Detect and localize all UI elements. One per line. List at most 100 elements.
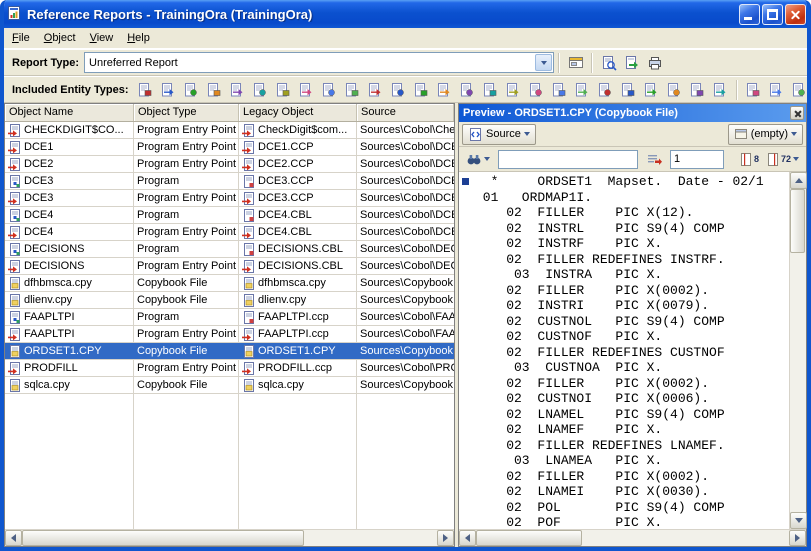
table-row[interactable]: dfhbmsca.cpyCopybook File dfhbmsca.cpySo… bbox=[5, 275, 454, 292]
entity-type-12-button[interactable] bbox=[387, 79, 410, 101]
find-button[interactable] bbox=[462, 149, 494, 170]
table-row[interactable]: FAAPLTPIProgram FAAPLTPI.ccpSources\Cobo… bbox=[5, 309, 454, 326]
table-row[interactable]: DECISIONSProgram Entry Point DECISIONS.C… bbox=[5, 258, 454, 275]
preview-search-toolbar: 8 72 bbox=[459, 147, 806, 172]
menu-help[interactable]: Help bbox=[120, 29, 157, 47]
table-row[interactable]: sqlca.cpyCopybook File sqlca.cpySources\… bbox=[5, 377, 454, 394]
cell: DECISIONS.CBL bbox=[239, 241, 357, 257]
table-row[interactable]: dlienv.cpyCopybook File dlienv.cpySource… bbox=[5, 292, 454, 309]
search-input[interactable] bbox=[498, 150, 638, 169]
entity-type-20-button[interactable] bbox=[571, 79, 594, 101]
table-row[interactable]: DCE3Program Entry Point DCE3.CCPSources\… bbox=[5, 190, 454, 207]
entity-type-05-button[interactable] bbox=[226, 79, 249, 101]
minimize-button[interactable] bbox=[739, 4, 760, 25]
scroll-right-button[interactable] bbox=[789, 530, 806, 546]
column-72-button[interactable]: 72 bbox=[763, 149, 803, 170]
entity-type-15-button[interactable] bbox=[456, 79, 479, 101]
print-report-button[interactable] bbox=[643, 52, 666, 74]
table-row[interactable]: DCE2Program Entry Point DCE2.CCPSources\… bbox=[5, 156, 454, 173]
table-row[interactable]: DECISIONSProgram DECISIONS.CBLSources\Co… bbox=[5, 241, 454, 258]
source-view-button[interactable]: Source bbox=[462, 124, 536, 145]
table-row[interactable]: DCE1Program Entry Point DCE1.CCPSources\… bbox=[5, 139, 454, 156]
table-row[interactable]: ORDSET1.CPYCopybook File ORDSET1.CPYSour… bbox=[5, 343, 454, 360]
entity-type-17-button[interactable] bbox=[502, 79, 525, 101]
source-code-viewer[interactable]: * ORDSET1 Mapset. Date - 02/1 01 ORDMAP1… bbox=[459, 172, 806, 529]
cell: DCE1 bbox=[5, 139, 134, 155]
entity-type-11-button[interactable] bbox=[364, 79, 387, 101]
entity-type-16-button[interactable] bbox=[479, 79, 502, 101]
scroll-track[interactable] bbox=[790, 189, 806, 512]
entity-type-29-button[interactable] bbox=[788, 79, 811, 101]
entity-type-04-button[interactable] bbox=[203, 79, 226, 101]
scroll-track[interactable] bbox=[22, 530, 437, 546]
entity-type-24-button[interactable] bbox=[663, 79, 686, 101]
scroll-down-button[interactable] bbox=[790, 512, 807, 529]
report-type-value: Unreferred Report bbox=[85, 57, 535, 69]
entity-type-10-button[interactable] bbox=[341, 79, 364, 101]
table-row[interactable]: PRODFILLProgram Entry Point PRODFILL.ccp… bbox=[5, 360, 454, 377]
code-text[interactable]: * ORDSET1 Mapset. Date - 02/1 01 ORDMAP1… bbox=[473, 172, 789, 529]
entity-type-23-button[interactable] bbox=[640, 79, 663, 101]
entity-type-25-button[interactable] bbox=[686, 79, 709, 101]
column-header-legacy-object[interactable]: Legacy Object bbox=[239, 104, 357, 121]
entity-type-09-button[interactable] bbox=[318, 79, 341, 101]
table-row[interactable]: DCE3Program DCE3.CCPSources\Cobol\DCE bbox=[5, 173, 454, 190]
menu-object[interactable]: Object bbox=[37, 29, 83, 47]
cell: Program Entry Point bbox=[134, 326, 239, 342]
entity-type-14-button[interactable] bbox=[433, 79, 456, 101]
scroll-right-button[interactable] bbox=[437, 530, 454, 546]
report-type-combo-arrow[interactable] bbox=[535, 54, 552, 71]
report-window-button[interactable] bbox=[564, 52, 587, 74]
menu-file[interactable]: File bbox=[5, 29, 37, 47]
entity-type-07-button[interactable] bbox=[272, 79, 295, 101]
preview-horizontal-scrollbar[interactable] bbox=[459, 529, 806, 546]
table-row[interactable]: FAAPLTPIProgram Entry Point FAAPLTPI.ccp… bbox=[5, 326, 454, 343]
grid-horizontal-scrollbar[interactable] bbox=[5, 529, 454, 546]
entity-type-06-button[interactable] bbox=[249, 79, 272, 101]
entity-type-03-button[interactable] bbox=[180, 79, 203, 101]
scroll-left-button[interactable] bbox=[5, 530, 22, 546]
entity-type-22-button[interactable] bbox=[617, 79, 640, 101]
scroll-thumb[interactable] bbox=[22, 530, 304, 546]
view-report-button[interactable] bbox=[597, 52, 620, 74]
save-report-button[interactable] bbox=[620, 52, 643, 74]
context-combo[interactable]: (empty) bbox=[728, 124, 803, 145]
scroll-thumb[interactable] bbox=[476, 530, 582, 546]
entity-type-26-button[interactable] bbox=[709, 79, 732, 101]
column-header-object-type[interactable]: Object Type bbox=[134, 104, 239, 121]
entity-type-08-button[interactable] bbox=[295, 79, 318, 101]
column-header-object-name[interactable]: Object Name bbox=[5, 104, 134, 121]
cell: dfhbmsca.cpy bbox=[239, 275, 357, 291]
column-8-button[interactable]: 8 bbox=[736, 149, 763, 170]
entity-type-13-button[interactable] bbox=[410, 79, 433, 101]
chevron-down-icon bbox=[791, 132, 797, 136]
preview-vertical-scrollbar[interactable] bbox=[789, 172, 806, 529]
table-row[interactable]: CHECKDIGIT$CO...Program Entry Point Chec… bbox=[5, 122, 454, 139]
cell: Program Entry Point bbox=[134, 190, 239, 206]
menu-view[interactable]: View bbox=[83, 29, 121, 47]
scroll-thumb[interactable] bbox=[790, 189, 805, 253]
scroll-up-button[interactable] bbox=[790, 172, 807, 189]
entity-type-27-button[interactable] bbox=[742, 79, 765, 101]
column-header-source[interactable]: Source bbox=[357, 104, 454, 121]
entity-type-28-button[interactable] bbox=[765, 79, 788, 101]
scroll-track[interactable] bbox=[476, 530, 789, 546]
preview-close-icon[interactable] bbox=[790, 106, 804, 120]
entity-type-21-button[interactable] bbox=[594, 79, 617, 101]
table-row[interactable]: DCE4Program DCE4.CBLSources\Cobol\DCE bbox=[5, 207, 454, 224]
report-type-combo[interactable]: Unreferred Report bbox=[84, 52, 554, 73]
goto-line-button[interactable] bbox=[642, 149, 666, 170]
entity-type-19-button[interactable] bbox=[548, 79, 571, 101]
maximize-button[interactable] bbox=[762, 4, 783, 25]
table-row[interactable]: DCE4Program Entry Point DCE4.CBLSources\… bbox=[5, 224, 454, 241]
chevron-down-icon bbox=[793, 157, 799, 161]
toolbar-separator bbox=[591, 53, 593, 73]
line-number-input[interactable] bbox=[670, 150, 724, 169]
close-button[interactable] bbox=[785, 4, 806, 25]
scroll-left-button[interactable] bbox=[459, 530, 476, 546]
entity-type-18-button[interactable] bbox=[525, 79, 548, 101]
cell: Program Entry Point bbox=[134, 360, 239, 376]
entity-type-02-button[interactable] bbox=[157, 79, 180, 101]
entity-type-01-button[interactable] bbox=[134, 79, 157, 101]
chevron-down-icon bbox=[524, 132, 530, 136]
